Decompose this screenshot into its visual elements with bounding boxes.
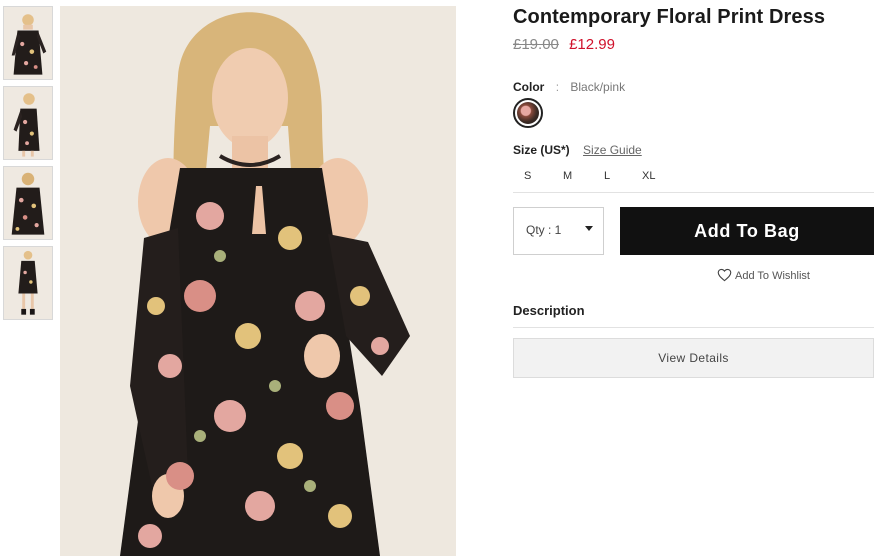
size-option-xl[interactable]: XL: [642, 170, 655, 182]
product-thumbnail[interactable]: [3, 166, 53, 240]
size-option-m[interactable]: M: [563, 170, 572, 182]
thumbnail-image-full-length: [4, 247, 52, 319]
main-product-image[interactable]: [60, 6, 456, 556]
thumbnail-image-back: [4, 167, 52, 239]
sale-price: £12.99: [569, 36, 615, 53]
thumbnail-image-front: [4, 7, 52, 79]
thumbnail-image-side: [4, 87, 52, 159]
divider: [513, 327, 874, 328]
heart-icon: [717, 268, 732, 282]
add-to-bag-button[interactable]: Add To Bag: [620, 207, 874, 255]
add-to-wishlist-link[interactable]: Add To Wishlist: [717, 268, 810, 282]
thumbnail-strip: [3, 6, 53, 326]
price-row: £19.00 £12.99: [513, 36, 615, 53]
size-option-l[interactable]: L: [604, 170, 610, 182]
size-row: Size (US*) Size Guide: [513, 143, 642, 157]
product-thumbnail[interactable]: [3, 6, 53, 80]
color-row: Color : Black/pink: [513, 80, 625, 94]
color-label: Color: [513, 80, 545, 94]
product-title: Contemporary Floral Print Dress: [513, 6, 826, 28]
swatch-fill: [517, 102, 539, 124]
product-thumbnail[interactable]: [3, 246, 53, 320]
product-photo-model-in-floral-dress: [60, 6, 456, 556]
description-title: Description: [513, 303, 585, 318]
size-label: Size (US*): [513, 143, 570, 157]
divider: [513, 192, 874, 193]
original-price: £19.00: [513, 36, 559, 53]
product-thumbnail[interactable]: [3, 86, 53, 160]
color-swatch-black-pink[interactable]: [513, 98, 543, 128]
color-separator: :: [555, 80, 560, 94]
wishlist-label: Add To Wishlist: [735, 270, 810, 282]
size-option-s[interactable]: S: [524, 170, 531, 182]
size-options: S M L XL: [513, 170, 673, 184]
size-guide-link[interactable]: Size Guide: [583, 143, 642, 157]
quantity-label: Qty : 1: [526, 223, 562, 237]
view-details-button[interactable]: View Details: [513, 338, 874, 378]
chevron-down-icon: [585, 226, 593, 231]
color-value: Black/pink: [570, 80, 626, 94]
quantity-select[interactable]: Qty : 1: [513, 207, 604, 255]
